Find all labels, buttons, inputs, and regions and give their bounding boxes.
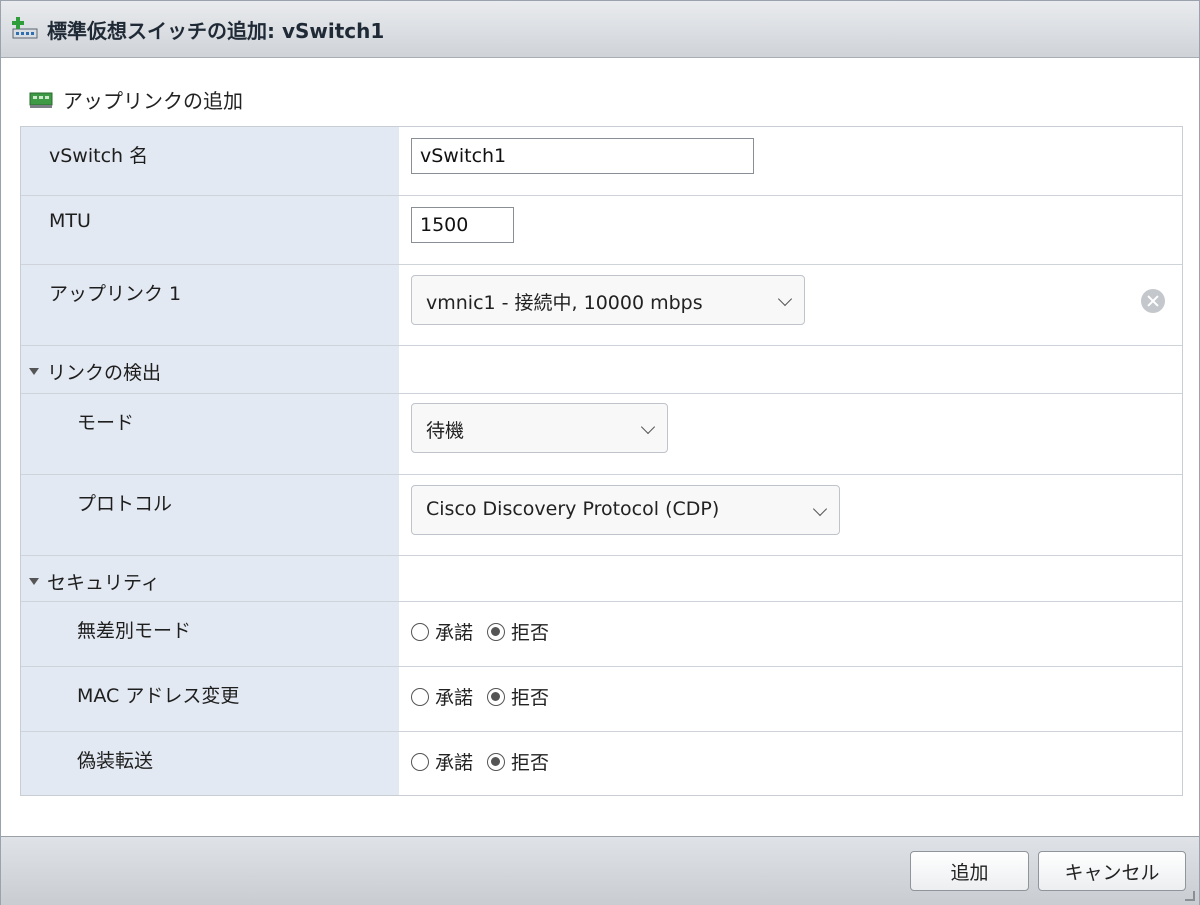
accept-label: 承諾	[435, 687, 474, 709]
reject-label: 拒否	[511, 752, 550, 774]
forged-label: 偽装転送	[77, 750, 154, 772]
uplink-1-value: vmnic1 - 接続中, 10000 mbps	[426, 292, 703, 314]
row-security[interactable]: セキュリティ	[21, 556, 1182, 602]
mode-label: モード	[77, 412, 135, 434]
vswitch-add-icon	[11, 15, 39, 43]
promiscuous-accept-radio[interactable]: 承諾	[411, 618, 473, 645]
radio-circle-selected[interactable]	[487, 687, 506, 706]
protocol-value: Cisco Discovery Protocol (CDP)	[426, 498, 720, 520]
row-mac-change: MAC アドレス変更 承諾 拒否	[21, 667, 1182, 732]
promiscuous-label: 無差別モード	[77, 620, 192, 642]
row-link-discovery[interactable]: リンクの検出	[21, 346, 1182, 394]
uplink-nic-icon	[29, 90, 53, 110]
vswitch-form: vSwitch 名 MTU アップリンク 1 vmnic1 - 接続中, 100…	[20, 126, 1183, 796]
accept-label: 承諾	[435, 622, 474, 644]
radio-circle-selected[interactable]	[487, 622, 506, 641]
mtu-label: MTU	[49, 210, 91, 232]
forged-accept-radio[interactable]: 承諾	[411, 748, 473, 775]
link-discovery-toggle[interactable]: リンクの検出	[29, 358, 161, 385]
vswitch-name-input[interactable]	[411, 138, 754, 174]
uplink-1-select[interactable]: vmnic1 - 接続中, 10000 mbps	[411, 275, 805, 325]
radio-circle-selected[interactable]	[487, 752, 506, 771]
row-promiscuous: 無差別モード 承諾 拒否	[21, 602, 1182, 667]
add-uplink-label: アップリンクの追加	[63, 89, 243, 113]
mode-select[interactable]: 待機	[411, 403, 668, 453]
triangle-down-icon	[29, 368, 39, 375]
reject-label: 拒否	[511, 687, 550, 709]
security-label: セキュリティ	[47, 572, 160, 594]
row-mtu: MTU	[21, 196, 1182, 265]
add-button[interactable]: 追加	[910, 851, 1029, 891]
row-vswitch-name: vSwitch 名	[21, 127, 1182, 196]
chevron-down-icon	[777, 291, 793, 307]
triangle-down-icon	[29, 578, 39, 585]
vswitch-name-label: vSwitch 名	[49, 145, 149, 167]
chevron-down-icon	[812, 501, 828, 517]
add-vswitch-dialog: 標準仮想スイッチの追加: vSwitch1 アップリンクの追加 vSwitch …	[0, 0, 1200, 905]
promiscuous-reject-radio[interactable]: 拒否	[487, 618, 549, 645]
section-add-uplink[interactable]: アップリンクの追加	[29, 85, 243, 114]
forged-radio-group: 承諾 拒否	[411, 748, 563, 775]
protocol-label: プロトコル	[77, 493, 173, 515]
uplink-1-label: アップリンク 1	[49, 283, 182, 305]
mac-change-reject-radio[interactable]: 拒否	[487, 683, 549, 710]
row-protocol: プロトコル Cisco Discovery Protocol (CDP)	[21, 475, 1182, 556]
mode-value: 待機	[426, 420, 465, 442]
dialog-title: 標準仮想スイッチの追加: vSwitch1	[47, 18, 385, 43]
resize-grip-icon[interactable]	[1185, 891, 1195, 901]
clear-icon[interactable]	[1141, 289, 1165, 313]
mac-change-label: MAC アドレス変更	[77, 685, 240, 707]
radio-circle[interactable]	[411, 752, 429, 771]
accept-label: 承諾	[435, 752, 474, 774]
dialog-titlebar: 標準仮想スイッチの追加: vSwitch1	[1, 1, 1199, 58]
radio-circle[interactable]	[411, 687, 429, 706]
mtu-input[interactable]	[411, 207, 514, 243]
row-mode: モード 待機	[21, 394, 1182, 475]
row-uplink-1: アップリンク 1 vmnic1 - 接続中, 10000 mbps	[21, 265, 1182, 346]
protocol-select[interactable]: Cisco Discovery Protocol (CDP)	[411, 485, 840, 535]
mac-change-accept-radio[interactable]: 承諾	[411, 683, 473, 710]
mac-change-radio-group: 承諾 拒否	[411, 683, 563, 710]
reject-label: 拒否	[511, 622, 550, 644]
forged-reject-radio[interactable]: 拒否	[487, 748, 549, 775]
cancel-button[interactable]: キャンセル	[1038, 851, 1186, 891]
row-forged-transmits: 偽装転送 承諾 拒否	[21, 732, 1182, 795]
promiscuous-radio-group: 承諾 拒否	[411, 618, 563, 645]
link-discovery-label: リンクの検出	[47, 362, 162, 384]
chevron-down-icon	[640, 419, 656, 435]
dialog-footer: 追加 キャンセル	[1, 836, 1199, 905]
radio-circle[interactable]	[411, 622, 429, 641]
security-toggle[interactable]: セキュリティ	[29, 568, 160, 595]
